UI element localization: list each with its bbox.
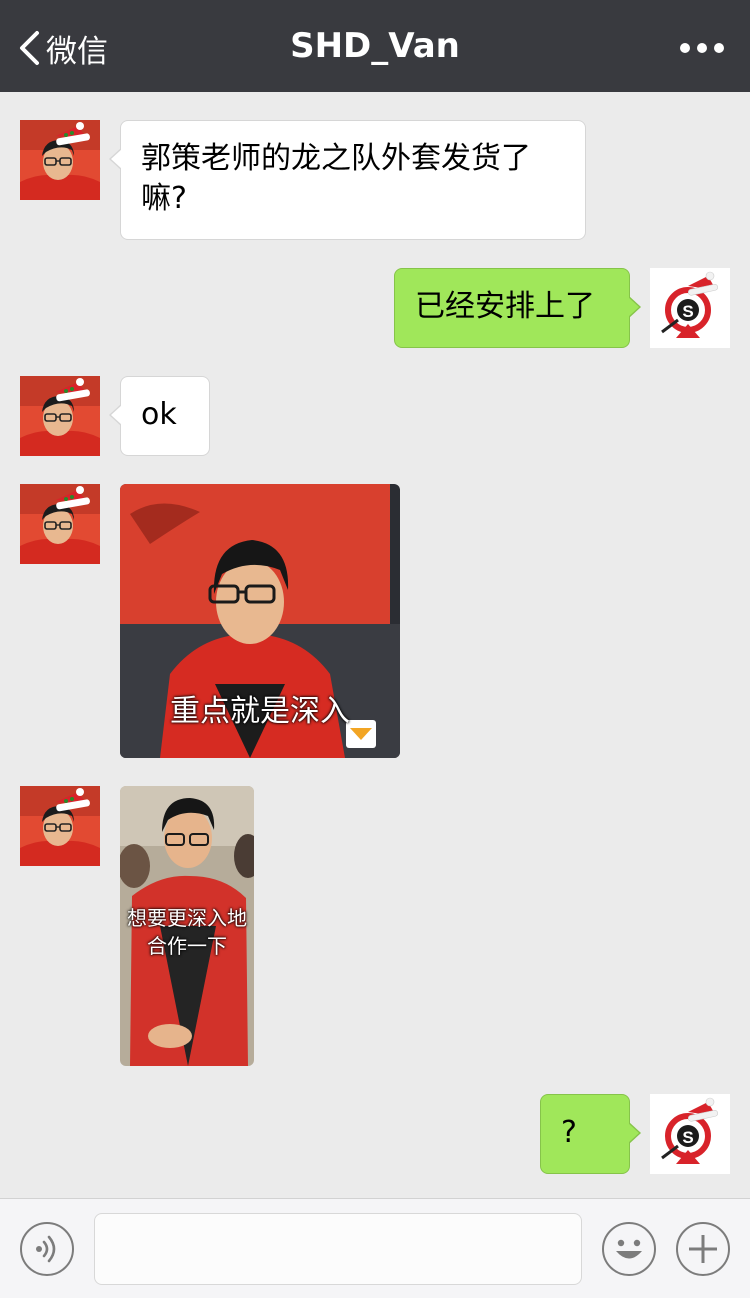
message-bubble-outgoing[interactable]: ? xyxy=(540,1094,641,1174)
voice-icon[interactable] xyxy=(20,1222,74,1276)
contact-avatar[interactable] xyxy=(20,484,100,564)
emoji-icon[interactable] xyxy=(602,1222,656,1276)
chat-area[interactable]: 郭策老师的龙之队外套发货了嘛? 已经安排上了 ok 重点就是深入 想要更深入地 … xyxy=(0,92,750,1198)
message-bubble-outgoing[interactable]: 已经安排上了 xyxy=(394,268,641,348)
message-bubble-incoming[interactable]: 郭策老师的龙之队外套发货了嘛? xyxy=(109,120,586,240)
message-input[interactable] xyxy=(94,1213,582,1285)
sticker-caption-line: 想要更深入地 xyxy=(127,906,247,930)
message-bubble-incoming[interactable]: ok xyxy=(109,376,210,456)
more-dots-icon[interactable] xyxy=(678,30,726,66)
plus-icon[interactable] xyxy=(676,1222,730,1276)
sticker-image[interactable]: 重点就是深入 xyxy=(120,484,400,758)
my-avatar[interactable] xyxy=(650,268,730,348)
message-text: 郭策老师的龙之队外套发货了嘛? xyxy=(141,141,531,216)
message-text: ? xyxy=(561,1115,577,1150)
sticker-caption-line: 合作一下 xyxy=(147,934,227,958)
sticker-caption: 想要更深入地 合作一下 xyxy=(120,904,254,960)
chat-title: SHD_Van xyxy=(290,26,460,66)
contact-avatar[interactable] xyxy=(20,786,100,866)
my-avatar[interactable] xyxy=(650,1094,730,1174)
message-text: ok xyxy=(141,397,177,432)
contact-avatar[interactable] xyxy=(20,120,100,200)
nav-bar: 微信 SHD_Van xyxy=(0,0,750,92)
input-bar xyxy=(0,1198,750,1298)
sticker-image[interactable]: 想要更深入地 合作一下 xyxy=(120,786,254,1066)
message-text: 已经安排上了 xyxy=(415,289,595,324)
contact-avatar[interactable] xyxy=(20,376,100,456)
sticker-caption: 重点就是深入 xyxy=(170,694,350,729)
